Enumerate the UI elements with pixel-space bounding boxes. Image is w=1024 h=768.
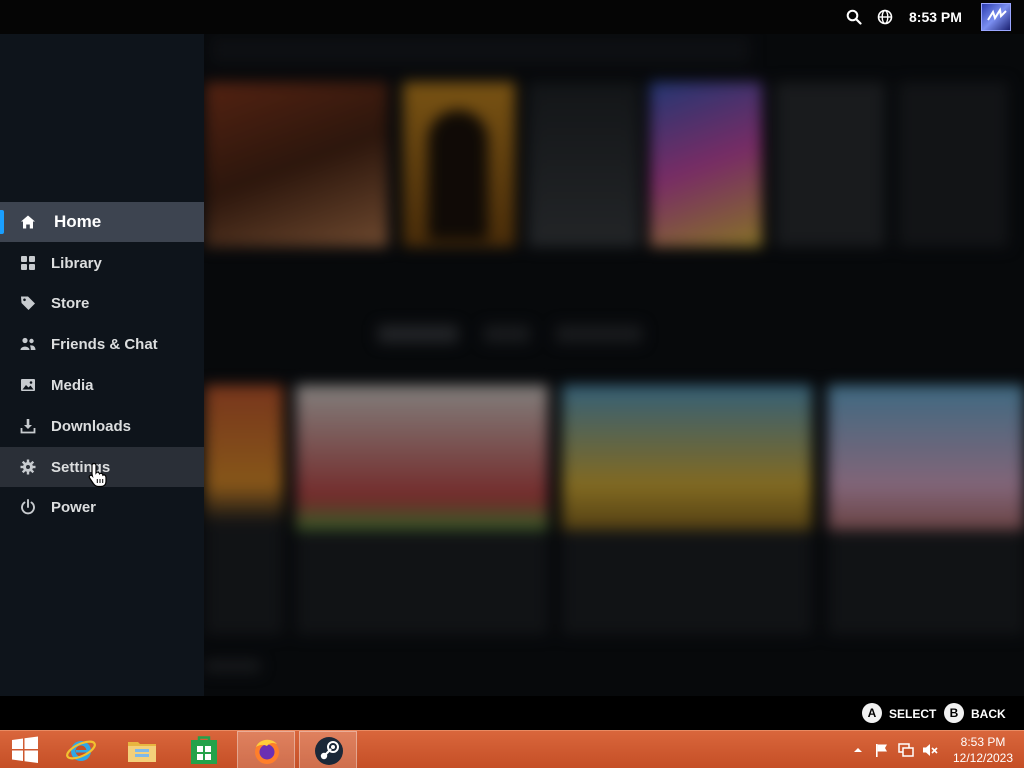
menu-item-friends-chat[interactable]: Friends & Chat <box>0 324 204 364</box>
avatar[interactable] <box>981 3 1011 31</box>
menu-item-label: Store <box>51 295 90 312</box>
b-button-icon: B <box>944 703 964 723</box>
taskbar-time[interactable]: 8:53 PM <box>952 734 1014 750</box>
download-icon <box>20 418 36 434</box>
network-icon[interactable] <box>898 742 914 758</box>
controller-hint-bar: A SELECT B BACK <box>0 696 1024 730</box>
steam-app[interactable] <box>299 731 357 768</box>
taskbar-date[interactable]: 12/12/2023 <box>952 750 1014 766</box>
internet-explorer-icon <box>66 740 96 761</box>
people-icon <box>20 336 36 352</box>
home-icon <box>20 214 36 230</box>
power-icon <box>20 499 36 515</box>
image-icon <box>20 377 36 393</box>
action-center-flag-icon[interactable] <box>874 742 890 758</box>
grid-icon <box>20 255 36 271</box>
windows-taskbar: 8:53 PM 12/12/2023 <box>0 730 1024 768</box>
globe-icon[interactable] <box>877 9 893 25</box>
active-indicator <box>0 210 4 234</box>
menu-item-library[interactable]: Library <box>0 243 204 283</box>
menu-item-power[interactable]: Power <box>0 487 204 527</box>
menu-item-label: Library <box>51 255 102 272</box>
menu-item-label: Media <box>51 377 94 394</box>
tag-icon <box>20 295 36 311</box>
clock: 8:53 PM <box>909 9 962 25</box>
show-hidden-icons-icon[interactable] <box>850 742 866 758</box>
steam-icon <box>315 737 343 765</box>
hand-pointer-icon <box>88 462 107 488</box>
menu-item-label: Power <box>51 499 97 516</box>
a-button-icon: A <box>862 703 882 723</box>
menu-item-label: Friends & Chat <box>51 336 158 353</box>
speaker-muted-icon[interactable] <box>922 742 938 758</box>
firefox-app[interactable] <box>237 731 295 768</box>
search-icon[interactable] <box>846 9 862 25</box>
menu-item-store[interactable]: Store <box>0 283 204 323</box>
main-menu: Home Library Store Friends & Chat Media … <box>0 34 204 696</box>
store-bag-icon <box>191 736 217 764</box>
menu-item-downloads[interactable]: Downloads <box>0 406 204 446</box>
windows-store-app[interactable] <box>175 731 233 768</box>
menu-item-media[interactable]: Media <box>0 365 204 405</box>
start-button[interactable] <box>0 731 58 768</box>
file-explorer-app[interactable] <box>113 731 171 768</box>
menu-item-home[interactable]: Home <box>0 202 204 242</box>
top-status-bar: 8:53 PM <box>0 0 1024 34</box>
menu-item-label: Downloads <box>51 418 132 435</box>
windows-logo-icon <box>12 736 38 763</box>
back-hint[interactable]: BACK <box>971 707 1006 721</box>
select-hint[interactable]: SELECT <box>889 707 936 721</box>
folder-icon <box>128 742 156 762</box>
menu-item-label: Home <box>54 212 102 231</box>
internet-explorer-app[interactable] <box>52 731 110 768</box>
firefox-icon <box>255 739 279 764</box>
gear-icon <box>20 459 36 475</box>
